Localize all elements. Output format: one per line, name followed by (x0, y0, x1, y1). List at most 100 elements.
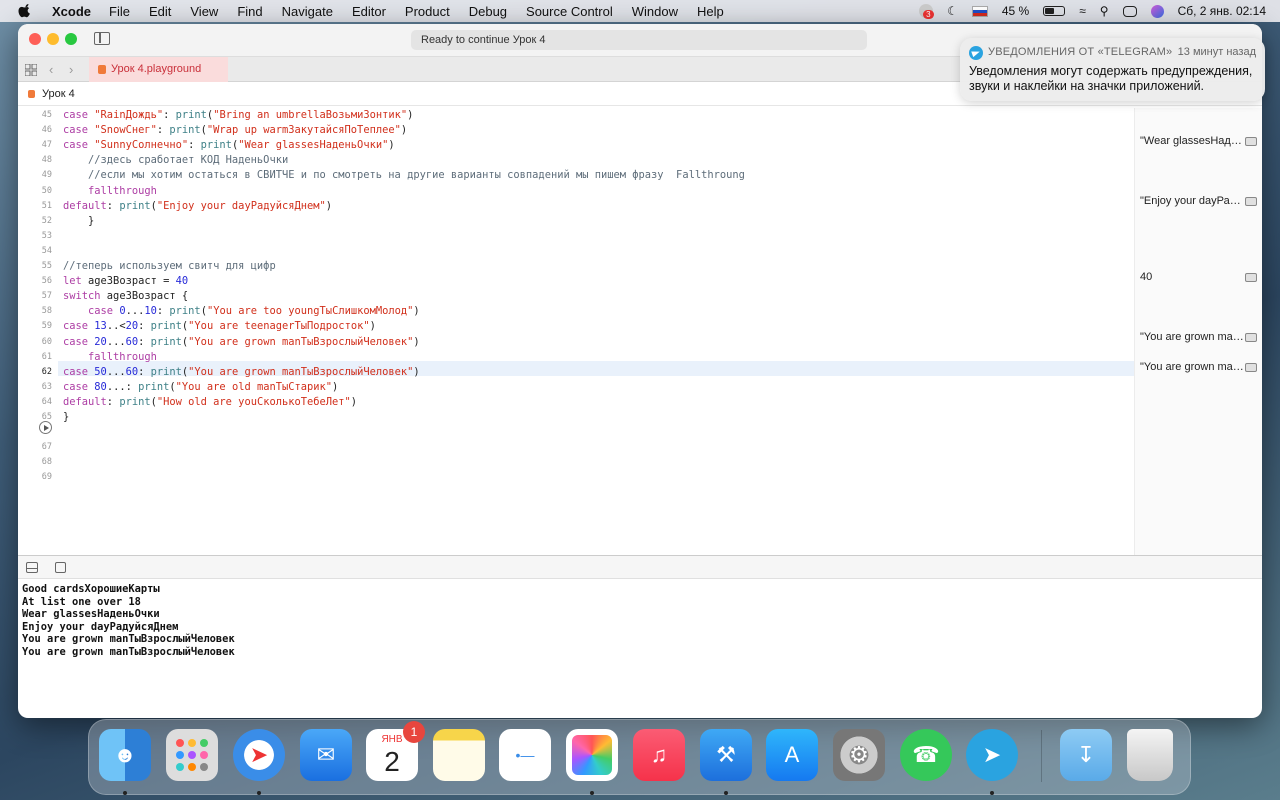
app-store-icon[interactable]: A (766, 729, 818, 781)
result-line-51[interactable]: "Enjoy your dayРадуйсяДнем\n" (1140, 194, 1244, 209)
console-line: Enjoy your dayРадуйсяДнем (22, 620, 179, 633)
code-line[interactable]: let age3Возраст = 40 (63, 274, 188, 289)
keyboard-flag-icon[interactable] (971, 5, 988, 17)
source-editor[interactable]: 45 46 47 48 49 50 51 52 53 54 55 56 57 58 59 60 61 62 63 64… (18, 108, 1262, 555)
code-line[interactable]: case 20...60: print("You are grown manТы… (63, 335, 420, 350)
mail-icon[interactable]: ✉ (300, 729, 352, 781)
run-line-icon[interactable] (39, 421, 52, 434)
search-icon[interactable]: ⚲ (1100, 4, 1109, 18)
code-line[interactable]: case 50...60: print("You are grown manТы… (63, 365, 420, 380)
code-line[interactable]: //здесь сработает КОД НаденьОчки (63, 153, 288, 168)
reminders-icon[interactable]: •— (499, 729, 551, 781)
quick-look-icon[interactable] (1245, 363, 1257, 372)
music-icon[interactable]: ♫ (633, 729, 685, 781)
code-line[interactable]: fallthrough (63, 350, 157, 365)
console-output[interactable]: Good cardsХорошиеКарты At list one over 1… (22, 583, 1252, 658)
quick-look-icon[interactable] (1245, 333, 1257, 342)
line-number: 57 (41, 291, 52, 302)
notes-icon[interactable] (433, 729, 485, 781)
dock: ☻ ➤ ✉ ЯНВ 2 1 •— ♫ ⚒ A ⚙ ☎ ➤ ↧ (88, 719, 1191, 795)
menu-file[interactable]: File (109, 4, 130, 19)
minimize-button[interactable] (47, 33, 59, 45)
code-line[interactable]: fallthrough (63, 184, 157, 199)
menu-source-control[interactable]: Source Control (526, 4, 613, 19)
control-center-icon[interactable] (1122, 5, 1137, 17)
code-line[interactable]: //теперь используем свитч для цифр (63, 259, 276, 274)
menu-editor[interactable]: Editor (352, 4, 386, 19)
menu-edit[interactable]: Edit (149, 4, 171, 19)
running-indicator (123, 791, 127, 795)
result-line-62[interactable]: "You are grown manТыВзрослыйЧеловек\n" (1140, 360, 1244, 375)
menu-navigate[interactable]: Navigate (282, 4, 333, 19)
xcode-icon[interactable]: ⚒ (700, 729, 752, 781)
safari-icon[interactable]: ➤ (233, 729, 285, 781)
whatsapp-icon[interactable]: ☎ (900, 729, 952, 781)
calendar-month: ЯНВ (381, 734, 403, 745)
notification-time: 13 минут назад (1177, 46, 1256, 58)
battery-icon[interactable] (1043, 6, 1066, 16)
photos-icon[interactable] (566, 729, 618, 781)
result-line-56[interactable]: 40 (1140, 270, 1244, 285)
code-line[interactable]: case 80...: print("You are old manТыСтар… (63, 380, 338, 395)
calendar-day: 2 (384, 746, 400, 777)
clock[interactable]: Сб, 2 янв. 02:14 (1178, 4, 1266, 18)
trash-icon[interactable] (1127, 729, 1173, 781)
result-line-60[interactable]: "You are grown manТыВзрослыйЧеловек\n" (1140, 330, 1244, 345)
back-chevron-icon[interactable]: ‹ (49, 62, 53, 77)
notification-status-icon[interactable]: 3 (919, 4, 934, 19)
code-line[interactable]: default: print("Enjoy your dayРадуйсяДне… (63, 199, 332, 214)
menu-product[interactable]: Product (405, 4, 450, 19)
code-line[interactable]: //если мы хотим остаться в СВИТЧЕ и по с… (63, 168, 745, 183)
downloads-icon[interactable]: ↧ (1060, 729, 1112, 781)
wifi-icon[interactable]: ≈ (1079, 4, 1086, 18)
menu-app-name[interactable]: Xcode (52, 4, 91, 19)
quick-look-icon[interactable] (1245, 197, 1257, 206)
result-line-47[interactable]: "Wear glassesНаденьОчки\n" (1140, 134, 1244, 149)
system-preferences-icon[interactable]: ⚙ (833, 729, 885, 781)
related-items-icon[interactable] (25, 64, 37, 76)
notification-banner[interactable]: УВЕДОМЛЕНИЯ ОТ «TELEGRAM» 13 минут назад… (960, 38, 1265, 101)
close-button[interactable] (29, 33, 41, 45)
breadcrumb-label[interactable]: Урок 4 (42, 88, 75, 100)
debug-bar (18, 555, 1262, 579)
tab-playground[interactable]: Урок 4.playground (89, 57, 228, 82)
running-indicator (724, 791, 728, 795)
code-line[interactable]: switch age3Возраст { (63, 289, 188, 304)
code-line[interactable]: default: print("How old are youСколькоТе… (63, 395, 357, 410)
console-line: Good cardsХорошиеКарты (22, 583, 160, 595)
notification-body: Уведомления могут содержать предупрежден… (969, 64, 1253, 93)
menu-help[interactable]: Help (697, 4, 724, 19)
zoom-button[interactable] (65, 33, 77, 45)
moon-icon[interactable]: ☾ (947, 4, 958, 18)
forward-chevron-icon[interactable]: › (69, 62, 73, 77)
navigator-toggle-icon[interactable] (94, 32, 110, 45)
code-line[interactable]: case "RainДождь": print("Bring an umbrel… (63, 108, 413, 123)
code-line[interactable]: } (63, 410, 69, 425)
quick-look-icon[interactable] (1245, 137, 1257, 146)
siri-icon[interactable] (1150, 4, 1164, 18)
menu-find[interactable]: Find (237, 4, 262, 19)
code-line[interactable]: } (63, 214, 94, 229)
code-area[interactable]: case "RainДождь": print("Bring an umbrel… (63, 108, 1134, 555)
code-line[interactable]: case 0...10: print("You are too youngТыС… (63, 304, 420, 319)
console-line: At list one over 18 (22, 595, 141, 608)
code-line[interactable]: case 13..<20: print("You are teenagerТыП… (63, 319, 376, 334)
line-number: 54 (41, 245, 52, 256)
battery-percent: 45 % (1001, 4, 1030, 18)
line-number: 52 (41, 215, 52, 226)
launchpad-icon[interactable] (166, 729, 218, 781)
menu-debug[interactable]: Debug (469, 4, 507, 19)
code-line[interactable]: case "SnowСнег": print("Wrap up warmЗаку… (63, 123, 407, 138)
finder-icon[interactable]: ☻ (99, 729, 151, 781)
line-number: 67 (41, 442, 52, 453)
calendar-icon[interactable]: ЯНВ 2 1 (366, 721, 425, 781)
hide-debug-area-icon[interactable] (26, 562, 38, 573)
quick-look-icon[interactable] (1245, 273, 1257, 282)
menu-view[interactable]: View (190, 4, 218, 19)
menu-window[interactable]: Window (632, 4, 678, 19)
telegram-icon (969, 46, 983, 60)
telegram-icon[interactable]: ➤ (966, 729, 1018, 781)
apple-icon[interactable] (18, 4, 32, 18)
console-toggle-icon[interactable] (55, 562, 66, 573)
code-line[interactable]: case "SunnyСолнечно": print("Wear glasse… (63, 138, 395, 153)
